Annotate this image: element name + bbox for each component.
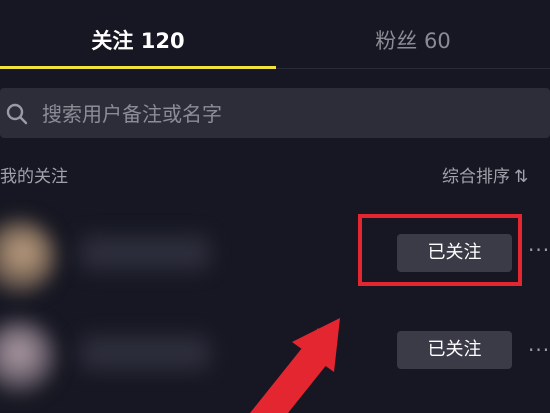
active-tab-indicator	[0, 66, 276, 69]
more-icon[interactable]: ···	[528, 340, 550, 360]
list-title: 我的关注	[0, 167, 68, 187]
tab-bar: 关注 120 粉丝 60	[0, 0, 550, 70]
sort-icon: ⇅	[514, 167, 529, 187]
blurred-username	[80, 336, 210, 370]
search-input[interactable]	[40, 88, 524, 140]
red-arrow-icon	[250, 318, 340, 413]
avatar[interactable]	[0, 320, 56, 394]
more-icon[interactable]: ···	[528, 240, 550, 260]
search-icon	[6, 103, 28, 125]
search-bar[interactable]	[0, 88, 550, 140]
blurred-username	[80, 236, 210, 270]
tab-divider	[276, 68, 550, 69]
tab-fans[interactable]: 粉丝 60	[276, 24, 550, 58]
sort-label: 综合排序	[442, 167, 510, 187]
tab-following[interactable]: 关注 120	[0, 24, 276, 58]
avatar[interactable]	[0, 220, 56, 294]
sort-button[interactable]: 综合排序 ⇅	[442, 162, 528, 187]
list-header: 我的关注 综合排序 ⇅	[0, 162, 550, 190]
following-button[interactable]: 已关注	[397, 331, 512, 369]
highlight-annotation-box	[358, 214, 522, 286]
